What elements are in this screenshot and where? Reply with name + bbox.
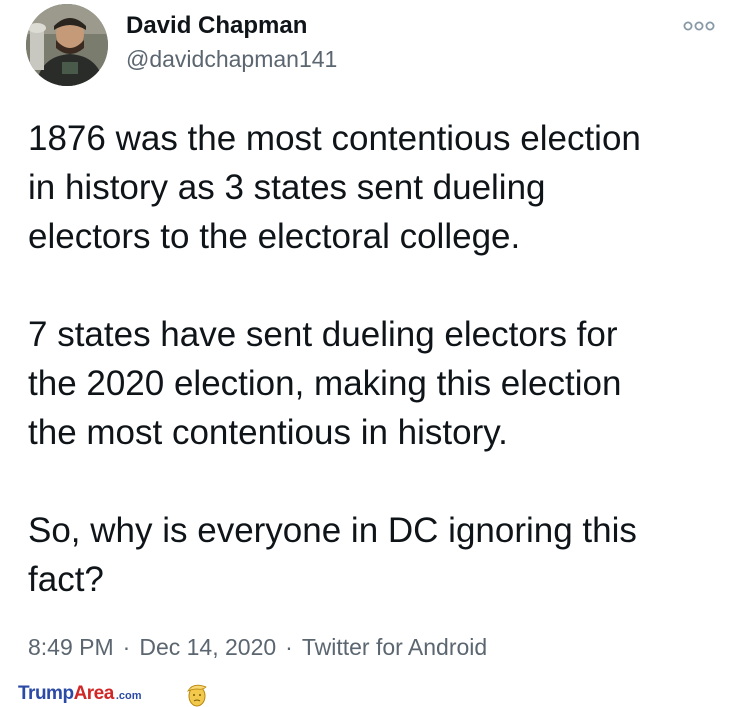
tweet-paragraph: 7 states have sent dueling electors for …	[28, 315, 622, 452]
tweet-date[interactable]: Dec 14, 2020	[139, 634, 276, 660]
tweet-paragraph: 1876 was the most contentious election i…	[28, 119, 641, 256]
more-options-icon[interactable]	[683, 19, 715, 33]
watermark: TrumpArea .com	[18, 683, 207, 707]
watermark-trump: Trump	[18, 683, 74, 704]
watermark-area: Area	[73, 683, 115, 704]
tweet-source[interactable]: Twitter for Android	[302, 634, 487, 660]
author-name[interactable]: David Chapman	[126, 11, 307, 41]
tweet-meta: 8:49 PM · Dec 14, 2020 · Twitter for Android	[28, 632, 487, 662]
tweet-card: David Chapman @davidchapman141 1876 was …	[0, 0, 740, 707]
tweet-paragraph: So, why is everyone in DC ignoring this …	[28, 511, 637, 599]
tweet-text: 1876 was the most contentious election i…	[28, 114, 728, 604]
watermark-com: .com	[115, 690, 142, 702]
meta-separator: ·	[122, 634, 131, 660]
trump-face-logo-icon	[187, 684, 207, 707]
author-handle[interactable]: @davidchapman141	[126, 44, 337, 74]
avatar[interactable]	[26, 4, 108, 86]
avatar-image	[26, 4, 108, 86]
meta-separator: ·	[285, 634, 293, 660]
tweet-time[interactable]: 8:49 PM	[28, 634, 114, 660]
